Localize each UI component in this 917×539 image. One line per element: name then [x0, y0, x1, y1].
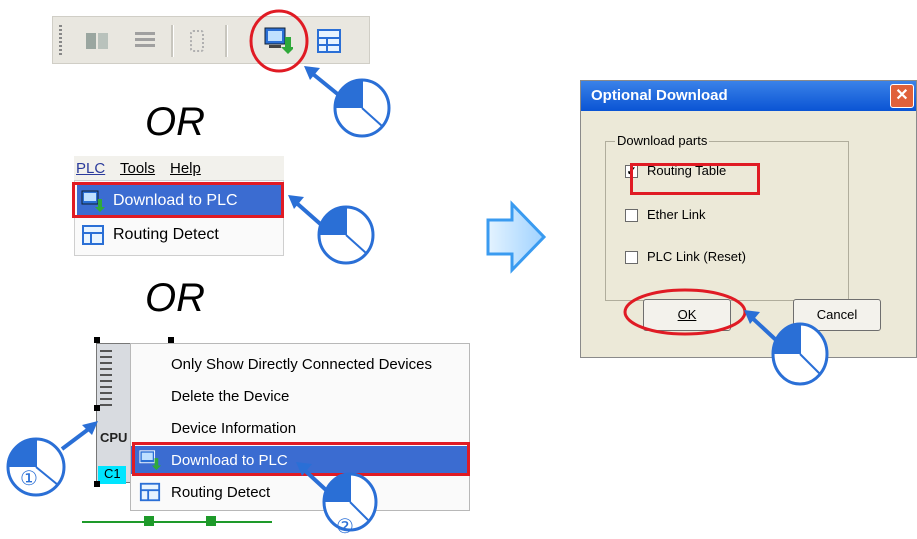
network-line	[82, 521, 272, 523]
highlight-ellipse	[623, 288, 747, 336]
step-marker-2: ②	[336, 516, 354, 538]
highlight-box	[630, 163, 760, 195]
dialog-title-bar[interactable]: Optional Download ✕	[581, 81, 916, 111]
menu-bar: PLC Tools Help	[74, 156, 284, 180]
or-label: OR	[145, 276, 205, 320]
context-item-label: Only Show Directly Connected Devices	[171, 356, 432, 373]
menu-item-routing-detect[interactable]: Routing Detect	[77, 219, 281, 251]
right-arrow-icon	[486, 200, 547, 274]
toolbar-grip[interactable]	[59, 25, 62, 57]
context-item-label: Device Information	[171, 420, 297, 437]
close-button[interactable]: ✕	[890, 84, 914, 108]
context-item-only-show-connected[interactable]: Only Show Directly Connected Devices	[131, 350, 469, 378]
menu-help[interactable]: Help	[170, 160, 201, 177]
context-item-label: Routing Detect	[171, 484, 271, 501]
routing-detect-icon	[139, 482, 161, 502]
step-marker-1: ①	[20, 468, 38, 490]
selection-handle	[94, 337, 100, 343]
toolbar-separator	[171, 25, 174, 57]
device-label-cpu: CPU	[100, 430, 128, 445]
device-label-c1: C1	[98, 466, 126, 484]
mouse-click-icon	[304, 66, 391, 138]
device-terminals	[100, 350, 112, 410]
cable-icon[interactable]	[183, 27, 211, 55]
highlight-box	[72, 182, 284, 218]
context-item-delete-device[interactable]: Delete the Device	[131, 382, 469, 410]
menu-plc[interactable]: PLC	[76, 160, 105, 177]
ether-link-label[interactable]: Ether Link	[647, 207, 706, 222]
device-icon[interactable]	[83, 27, 111, 55]
plc-link-reset-label[interactable]: PLC Link (Reset)	[647, 249, 746, 264]
dialog-title: Optional Download	[591, 87, 728, 104]
mouse-click-icon	[744, 310, 829, 386]
menu-tools[interactable]: Tools	[120, 160, 155, 177]
mouse-click-icon	[288, 195, 375, 265]
list-icon[interactable]	[131, 27, 159, 55]
network-node[interactable]	[206, 516, 216, 526]
ether-link-checkbox[interactable]	[625, 209, 638, 222]
group-label: Download parts	[615, 133, 710, 148]
context-item-device-information[interactable]: Device Information	[131, 414, 469, 442]
menu-item-label: Routing Detect	[113, 226, 219, 243]
context-item-label: Delete the Device	[171, 388, 290, 405]
network-node[interactable]	[144, 516, 154, 526]
plc-link-reset-checkbox[interactable]	[625, 251, 638, 264]
routing-detect-icon	[82, 225, 104, 245]
or-label: OR	[145, 100, 205, 144]
mouse-click-icon	[6, 421, 98, 497]
toolbar-separator	[225, 25, 228, 57]
